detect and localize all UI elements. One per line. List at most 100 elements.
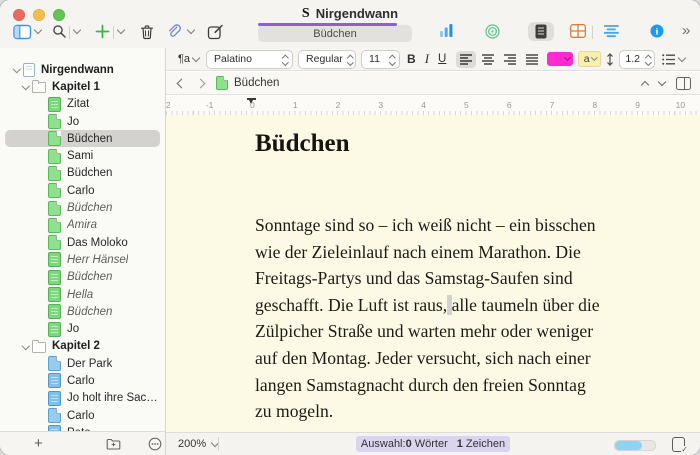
disclosure-chevron[interactable] — [20, 345, 32, 349]
text-line[interactable]: Freitags-Partys und das Samstag-Saufen s… — [255, 265, 600, 292]
disclosure-chevron[interactable] — [20, 85, 32, 89]
document-search-pill[interactable]: Büdchen — [258, 25, 412, 42]
tab-stop-marker[interactable] — [247, 98, 256, 100]
trash-button[interactable] — [139, 24, 155, 40]
footer-add-button[interactable]: + — [34, 432, 43, 455]
bold-button[interactable]: B — [405, 52, 418, 66]
sidebar-divider[interactable] — [165, 48, 166, 455]
text-line[interactable]: Sonntage sind so – ich weiß nicht – ein … — [255, 212, 600, 239]
font-family-select[interactable]: Palatino — [206, 50, 293, 69]
binder-row[interactable]: Kapitel 1 — [5, 78, 160, 95]
binder-row[interactable]: Zitat — [5, 96, 160, 113]
binder-row[interactable]: Carlo — [5, 182, 160, 199]
binder-row[interactable]: Jo — [5, 113, 160, 130]
align-right-button[interactable] — [500, 51, 520, 68]
session-target-progress — [258, 23, 397, 26]
binder-row[interactable]: Büdchen — [5, 130, 160, 147]
footer-add-folder-button[interactable] — [106, 432, 121, 455]
editor-header: Büdchen — [166, 72, 700, 95]
split-editor-button[interactable] — [676, 77, 691, 90]
attach-chevron[interactable] — [188, 30, 194, 33]
statistics-button[interactable] — [440, 24, 453, 37]
attach-button[interactable] — [166, 24, 182, 40]
binder-row[interactable]: Büdchen — [5, 199, 160, 216]
text-line[interactable]: auf den Montag. Jeder versucht, sich nac… — [255, 345, 600, 372]
align-left-button[interactable] — [456, 51, 476, 68]
list-format-dropdown[interactable] — [660, 54, 687, 65]
font-weight-select[interactable]: Regular — [298, 50, 356, 69]
text-color-swatch[interactable]: a — [578, 51, 601, 67]
binder-row[interactable]: Büdchen — [5, 303, 160, 320]
binder-row[interactable]: Amira — [5, 217, 160, 234]
search-chevron[interactable] — [74, 30, 80, 33]
targets-button[interactable] — [485, 24, 500, 39]
add-chevron[interactable] — [118, 30, 124, 33]
ruler-tick: 5 — [445, 100, 488, 110]
outliner-icon — [604, 24, 619, 38]
back-button[interactable] — [177, 78, 187, 88]
binder-row[interactable]: Sami — [5, 147, 160, 164]
binder-row[interactable]: Herr Hänsel — [5, 251, 160, 268]
next-document-button[interactable] — [658, 78, 666, 86]
text-line[interactable]: langen Samstagnacht durch den freien Son… — [255, 372, 600, 399]
ruler-tick: 9 — [616, 100, 659, 110]
binder-row[interactable]: Carlo — [5, 372, 160, 389]
line-text-after-selection: alle taumeln über die — [452, 295, 600, 315]
text-line[interactable]: Zülpicher Straße und warten mehr oder we… — [255, 318, 600, 345]
ruler: -2-1012345678910 — [166, 96, 700, 116]
ellipsis-circle-icon — [148, 437, 162, 451]
document-body[interactable]: Sonntage sind so – ich weiß nicht – ein … — [255, 212, 600, 425]
text-line[interactable]: zu mogeln. — [255, 398, 600, 425]
style-dropdown[interactable]: ¶a — [176, 53, 201, 65]
stepper-icon — [646, 53, 651, 64]
plus-icon: + — [34, 435, 43, 452]
forward-button[interactable] — [196, 78, 206, 88]
font-size-select[interactable]: 11 — [361, 50, 400, 69]
document-icon — [32, 82, 46, 93]
binder-row[interactable]: Büdchen — [5, 165, 160, 182]
document-heading[interactable]: Büdchen — [255, 130, 349, 158]
disclosure-chevron[interactable] — [11, 68, 23, 72]
search-button[interactable] — [52, 24, 67, 39]
target-check-icon[interactable]: ✓ — [672, 437, 685, 452]
align-right-icon — [504, 54, 517, 65]
binder-row[interactable]: Das Moloko — [5, 234, 160, 251]
toolbar-overflow-button[interactable]: » — [682, 22, 690, 39]
binder-toggle-chevron[interactable] — [35, 30, 41, 33]
binder-row[interactable]: Büdchen — [5, 269, 160, 286]
italic-button[interactable]: I — [423, 51, 431, 67]
inspector-button[interactable]: i — [650, 24, 664, 38]
document-icon — [48, 183, 61, 198]
text-line[interactable]: geschafft. Die Luft ist raus, alle taume… — [255, 292, 600, 319]
paperclip-icon — [166, 24, 182, 40]
binder-row[interactable]: Nirgendwann — [5, 61, 160, 78]
underline-button[interactable]: U — [436, 53, 448, 65]
line-text: zu mogeln. — [255, 401, 333, 421]
binder-row[interactable]: Kapitel 2 — [5, 338, 160, 355]
add-separator — [113, 26, 114, 39]
compose-button[interactable] — [207, 24, 224, 40]
view-mode-document[interactable] — [528, 22, 554, 41]
binder-row[interactable]: Der Park — [5, 355, 160, 372]
add-item-button[interactable] — [95, 24, 110, 39]
previous-document-button[interactable] — [641, 80, 649, 88]
binder-row[interactable]: Jo holt ihre Sachen — [5, 390, 160, 407]
stepper-icon — [348, 53, 353, 64]
highlight-color-swatch[interactable] — [547, 52, 573, 66]
history-nav — [178, 80, 204, 87]
line-spacing-select[interactable]: 1.2 — [619, 50, 655, 69]
ruler-tick: 7 — [531, 100, 574, 110]
binder-toggle-button[interactable] — [13, 24, 32, 40]
binder-row[interactable]: Hella — [5, 286, 160, 303]
text-line[interactable]: wie der Zieleinlauf nach einem Marathon.… — [255, 239, 600, 266]
binder-item-label: Nirgendwann — [41, 64, 114, 76]
editor-status-bar: 200% Auswahl:0 Wörter1 Zeichen ✓ — [166, 432, 700, 455]
view-mode-corkboard[interactable] — [570, 24, 586, 38]
align-justify-button[interactable] — [522, 51, 542, 68]
binder-item-label: Amira — [67, 219, 97, 231]
editor-canvas[interactable]: Büdchen Sonntage sind so – ich weiß nich… — [166, 115, 700, 432]
binder-row[interactable]: Jo — [5, 320, 160, 337]
view-mode-outliner[interactable] — [604, 24, 619, 38]
binder-row[interactable]: Carlo — [5, 407, 160, 424]
align-center-button[interactable] — [478, 51, 498, 68]
